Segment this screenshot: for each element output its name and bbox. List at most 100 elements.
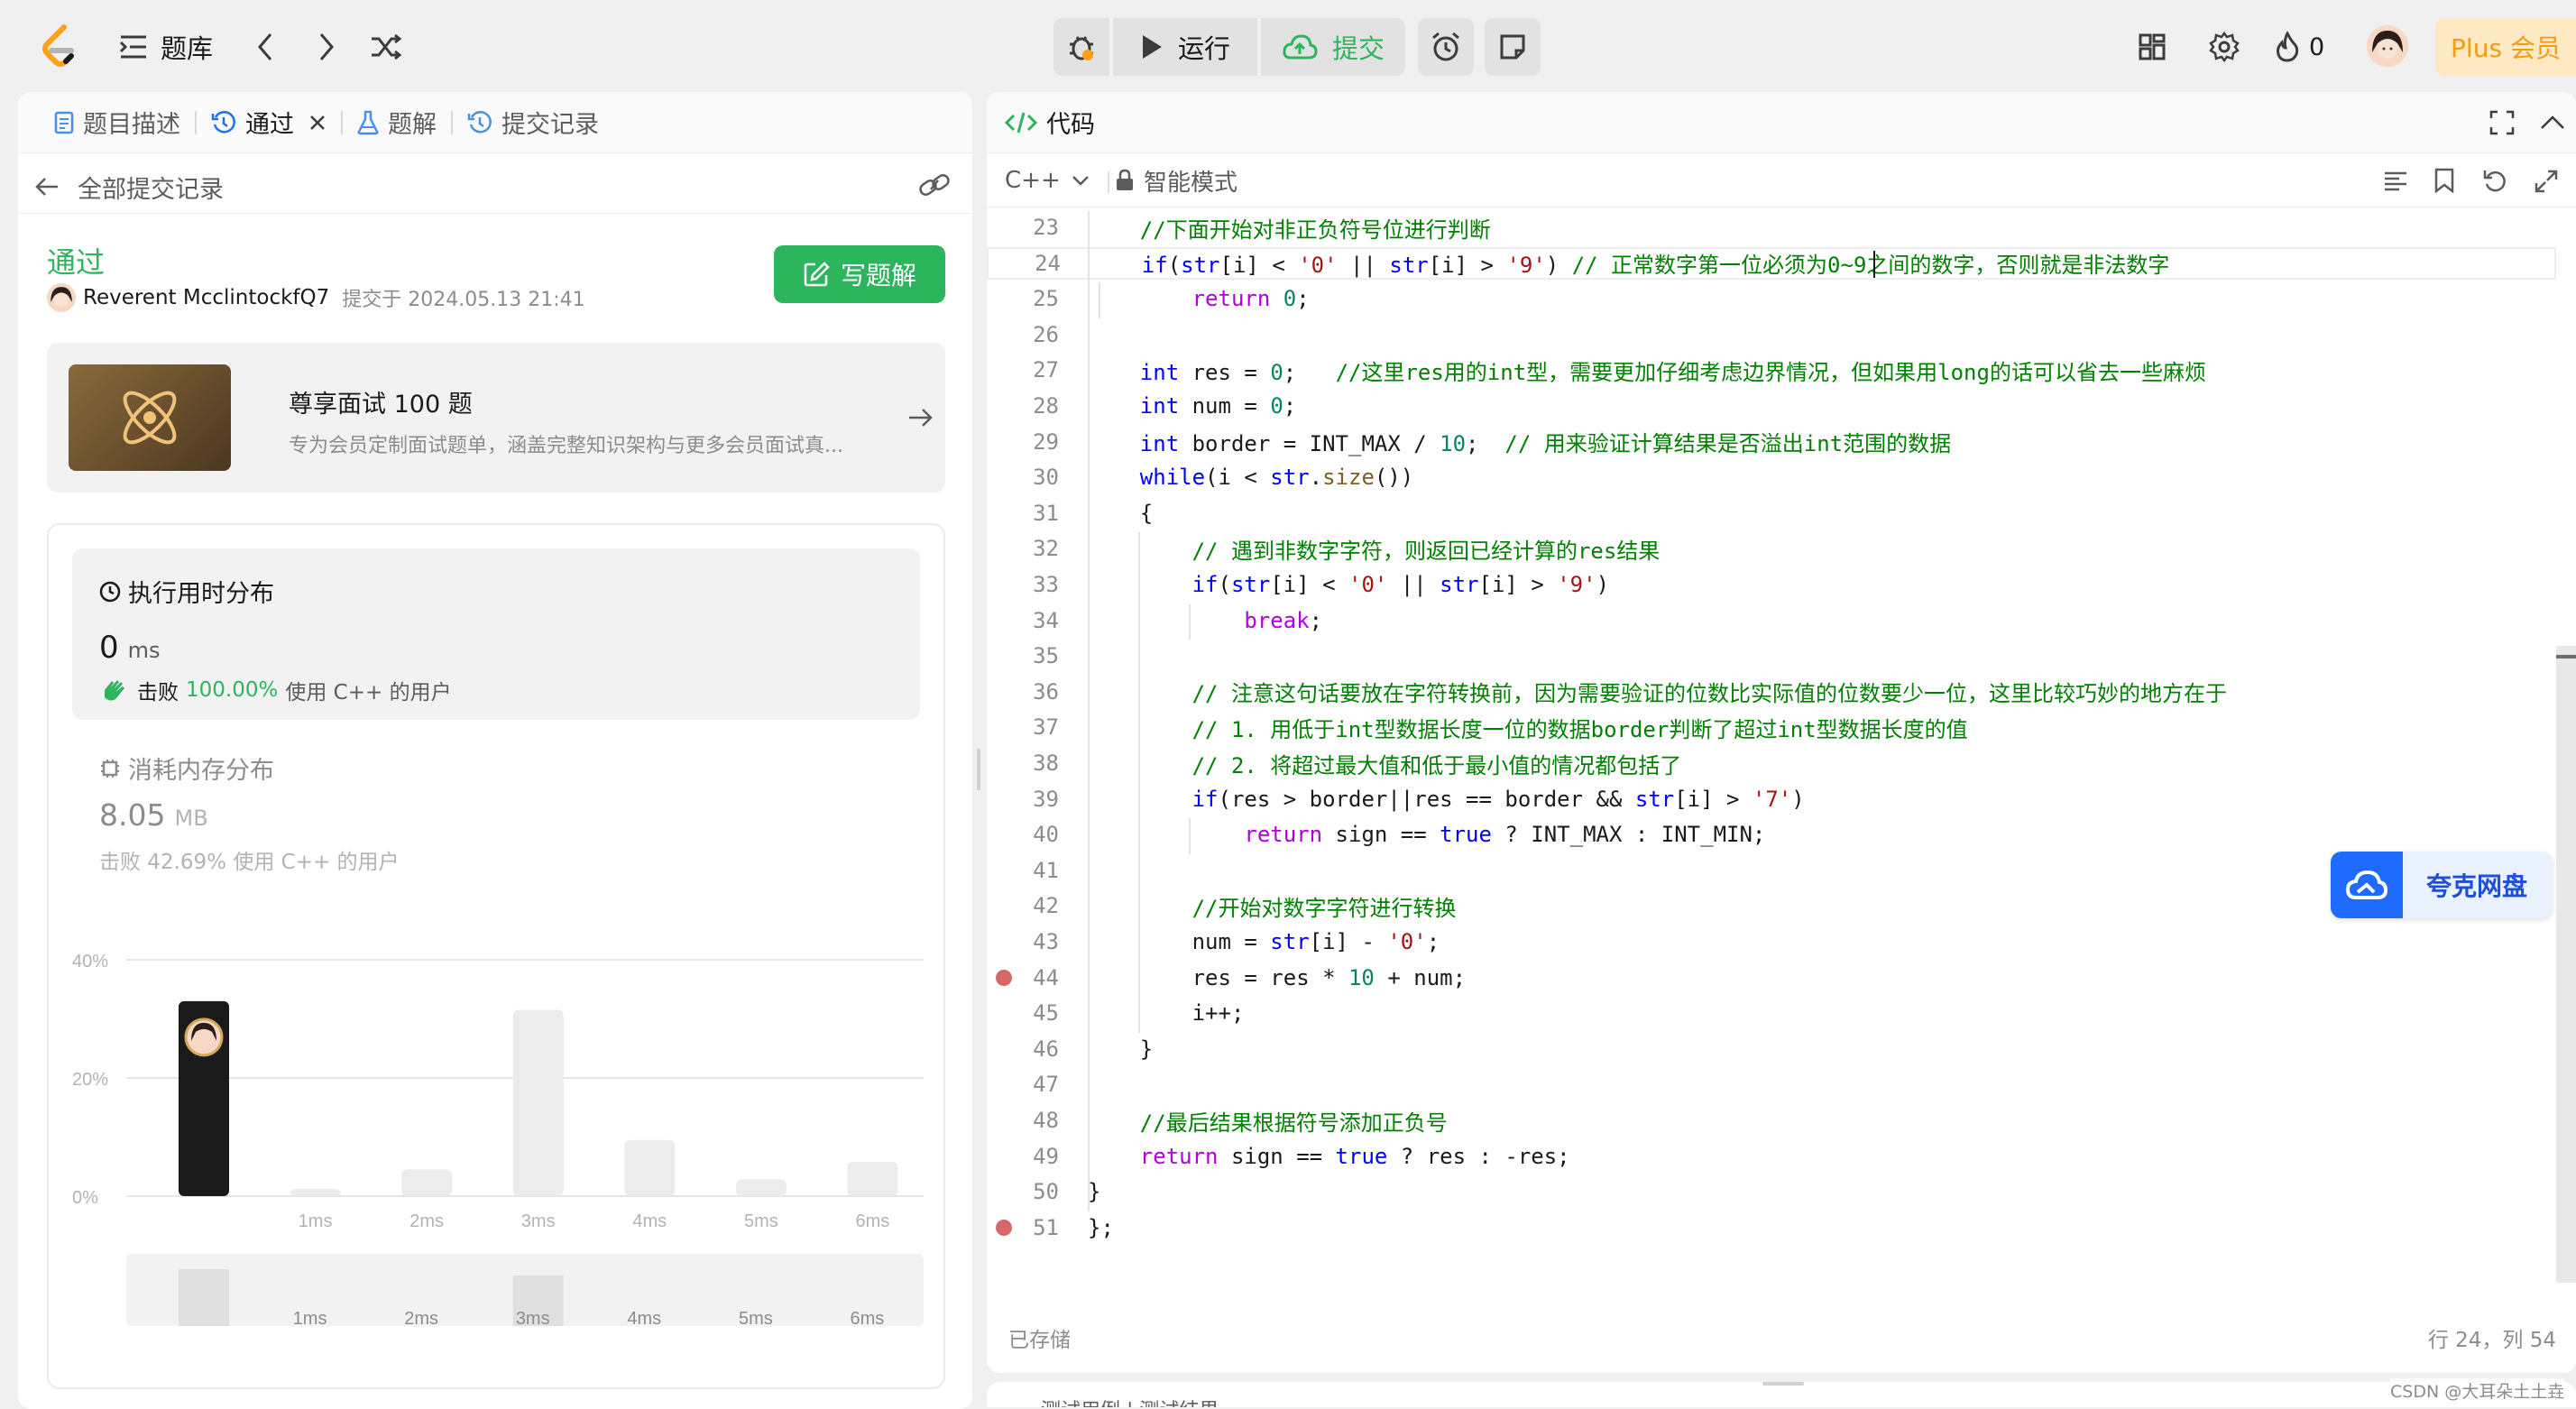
layout-button[interactable]	[2132, 27, 2172, 67]
code-line[interactable]: 31 {	[987, 497, 2556, 530]
plus-membership-button[interactable]: Plus 会员	[2435, 18, 2576, 76]
streak-counter[interactable]: 0	[2275, 27, 2324, 67]
line-number: 42	[1033, 893, 1059, 919]
code-line[interactable]: 32 // 遇到非数字字符，则返回已经计算的res结果	[987, 532, 2556, 565]
arrow-right-icon	[909, 409, 933, 427]
lock-icon	[1117, 169, 1133, 190]
x-tick-label: 3ms	[521, 1211, 556, 1231]
code-line[interactable]: 38 // 2. 将超过最大值和低于最小值的情况都包括了	[987, 747, 2556, 779]
share-link-button[interactable]	[918, 171, 954, 204]
tab-submissions[interactable]: 提交记录	[453, 92, 613, 153]
submit-label: 提交	[1331, 33, 1385, 64]
alarm-clock-icon	[1432, 32, 1459, 61]
back-to-submissions[interactable]: 全部提交记录	[34, 166, 224, 207]
memory-title: 消耗内存分布	[128, 757, 274, 785]
write-solution-button[interactable]: 写题解	[774, 245, 945, 303]
language-select[interactable]: C++	[1005, 164, 1090, 197]
code-line[interactable]: 51};	[987, 1211, 2556, 1244]
indent-guide	[1138, 532, 1140, 1033]
username[interactable]: Reverent McclintockfQ7	[83, 286, 329, 309]
code-line[interactable]: 43 num = str[i] - '0';	[987, 926, 2556, 958]
notes-button[interactable]	[1485, 18, 1541, 76]
runtime-unit: ms	[127, 638, 161, 663]
submit-button[interactable]: 提交	[1261, 18, 1405, 76]
language-label: C++	[1005, 167, 1061, 194]
runtime-section[interactable]: 执行用时分布 0 ms 击败 100.00% 使用 C++ 的用户	[72, 548, 920, 720]
layout-icon	[2139, 33, 2166, 60]
line-number: 29	[1033, 428, 1059, 455]
code-line[interactable]: 48 //最后结果根据符号添加正负号	[987, 1104, 2556, 1137]
code-line[interactable]: 30 while(i < str.size())	[987, 461, 2556, 493]
code-line[interactable]: 34 break;	[987, 604, 2556, 637]
leetcode-logo[interactable]	[36, 22, 81, 70]
code-panel: 代码 C++ 智能模式 23 //下面开始对非正负符号位进行判断 24 if(st…	[987, 92, 2576, 1373]
code-line[interactable]: 26	[987, 318, 2556, 351]
settings-button[interactable]	[2204, 27, 2244, 67]
x-tick-label: 2ms	[409, 1211, 444, 1231]
code-line[interactable]: 49 return sign == true ? res : -res;	[987, 1140, 2556, 1173]
runtime-bar	[290, 1189, 341, 1196]
quark-drive-widget[interactable]: 夸克网盘	[2331, 852, 2553, 918]
reset-icon[interactable]	[2482, 168, 2507, 193]
document-icon	[54, 111, 74, 134]
random-problem-button[interactable]	[366, 29, 406, 65]
clock-icon	[99, 581, 121, 602]
user-avatar[interactable]	[2367, 25, 2408, 67]
close-icon[interactable]	[308, 114, 327, 132]
run-button[interactable]: 运行	[1113, 18, 1257, 76]
overview-tick-label: 3ms	[516, 1309, 550, 1329]
collapse-icon[interactable]	[2540, 114, 2565, 132]
code-line[interactable]: 33 if(str[i] < '0' || str[i] > '9')	[987, 568, 2556, 601]
tab-solutions[interactable]: 题解	[343, 92, 451, 153]
code-line[interactable]: 37 // 1. 用低于int型数据长度一位的数据border判断了超过int型…	[987, 711, 2556, 743]
code-line[interactable]: 35	[987, 640, 2556, 672]
expand-icon[interactable]	[2535, 170, 2558, 193]
line-number: 46	[1033, 1036, 1059, 1062]
code-line[interactable]: 40 return sign == true ? INT_MAX : INT_M…	[987, 818, 2556, 851]
runtime-distribution-chart: 40% 20% 0% 1ms 2ms 3ms 4ms 5ms 6ms 1ms 2ms 3ms 4ms 5m…	[72, 952, 924, 1329]
code-line[interactable]: 41	[987, 854, 2556, 887]
code-line[interactable]: 44 res = res * 10 + num;	[987, 962, 2556, 994]
x-tick-label: 6ms	[856, 1211, 890, 1231]
timer-button[interactable]	[1418, 18, 1474, 76]
code-line[interactable]: 46 }	[987, 1033, 2556, 1065]
prev-problem-button[interactable]	[249, 29, 281, 65]
code-line[interactable]: 47	[987, 1068, 2556, 1100]
debug-button[interactable]	[1053, 18, 1109, 76]
code-text: //开始对数字字符进行转换	[1191, 895, 1457, 921]
memory-section[interactable]: 消耗内存分布 8.05 MB 击败 42.69% 使用 C++ 的用户	[72, 738, 920, 874]
left-panel: 题目描述 通过 题解 提交记录 全部提交记录 通过 Reverent Mccli…	[18, 92, 972, 1409]
text-cursor	[1873, 250, 1875, 278]
line-number: 41	[1033, 857, 1059, 883]
overview-bar	[179, 1269, 229, 1326]
code-line[interactable]: 28 int num = 0;	[987, 390, 2556, 422]
panel-resize-handle[interactable]	[977, 749, 980, 790]
code-line[interactable]: 27 int res = 0; //这里res用的int型，需要更加仔细考虑边界…	[987, 354, 2556, 386]
code-line[interactable]: 36 // 注意这句话要放在字符转换前，因为需要验证的位数比实际值的位数要少一位…	[987, 676, 2556, 708]
smart-mode-toggle[interactable]: 智能模式	[1115, 164, 1237, 197]
tab-description[interactable]: 题目描述	[40, 92, 195, 153]
problem-list-button[interactable]: 题库	[119, 25, 213, 69]
format-icon[interactable]	[2383, 170, 2408, 193]
console-bar[interactable]: 测试用例 | 测试结果	[987, 1382, 2576, 1407]
editor-scrollbar[interactable]	[2556, 646, 2576, 1283]
premium-promo-card[interactable]: 尊享面试 100 题 专为会员定制面试题单，涵盖完整知识架构与更多会员面试真..…	[47, 343, 945, 493]
list-icon	[119, 35, 146, 59]
code-line[interactable]: 24 if(str[i] < '0' || str[i] > '9') // 正…	[987, 246, 2556, 280]
maximize-icon[interactable]	[2489, 110, 2515, 135]
write-solution-label: 写题解	[840, 261, 916, 290]
code-line[interactable]: 39 if(res > border||res == border && str…	[987, 783, 2556, 815]
next-problem-button[interactable]	[310, 29, 343, 65]
code-line[interactable]: 29 int border = INT_MAX / 10; // 用来验证计算结…	[987, 426, 2556, 458]
code-line[interactable]: 50}	[987, 1175, 2556, 1208]
code-line[interactable]: 23 //下面开始对非正负符号位进行判断	[987, 211, 2556, 244]
code-line[interactable]: 25 return 0;	[987, 282, 2556, 315]
promo-image	[69, 364, 231, 471]
bookmark-icon[interactable]	[2433, 168, 2455, 193]
watermark: CSDN @大耳朵土土垚	[2390, 1378, 2565, 1403]
code-editor[interactable]: 23 //下面开始对非正负符号位进行判断 24 if(str[i] < '0' |…	[987, 211, 2576, 1248]
chevron-down-icon	[1072, 176, 1089, 186]
code-line[interactable]: 42 //开始对数字字符进行转换	[987, 889, 2556, 922]
tab-accepted[interactable]: 通过	[197, 92, 341, 153]
code-line[interactable]: 45 i++;	[987, 997, 2556, 1029]
